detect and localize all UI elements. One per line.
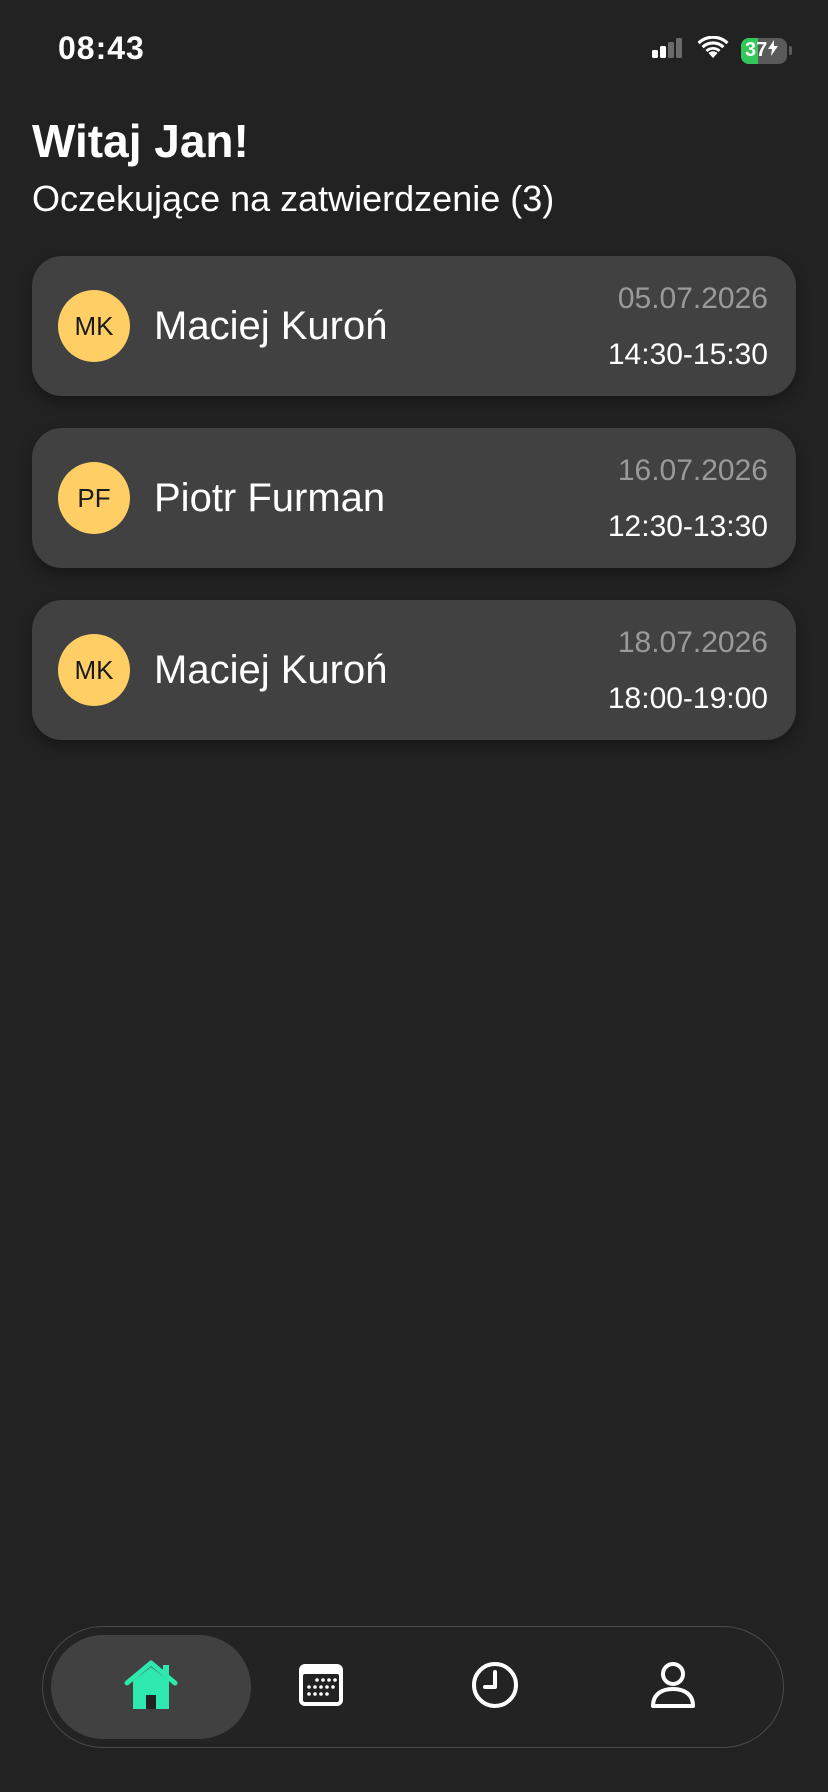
battery-icon: 37 xyxy=(741,37,792,64)
screen: 08:43 37 Witaj Jan! Oczekujące na zatwie… xyxy=(0,0,828,1792)
battery-nub xyxy=(789,46,792,55)
bottom-nav xyxy=(42,1626,784,1748)
appointment-date: 05.07.2026 xyxy=(617,282,768,315)
pending-card[interactable]: MK Maciej Kuroń 05.07.2026 14:30-15:30 xyxy=(32,256,796,396)
cellular-signal-icon xyxy=(651,36,685,65)
pending-card[interactable]: PF Piotr Furman 16.07.2026 12:30-13:30 xyxy=(32,428,796,568)
client-name: Maciej Kuroń xyxy=(154,304,388,348)
pending-subtitle: Oczekujące na zatwierdzenie (3) xyxy=(32,178,555,219)
pending-card[interactable]: MK Maciej Kuroń 18.07.2026 18:00-19:00 xyxy=(32,600,796,740)
avatar: PF xyxy=(58,462,130,534)
appointment-date: 18.07.2026 xyxy=(617,626,768,659)
nav-history[interactable] xyxy=(395,1635,595,1739)
appointment-time: 18:00-19:00 xyxy=(607,682,768,715)
avatar: MK xyxy=(58,634,130,706)
greeting-title: Witaj Jan! xyxy=(32,115,249,167)
home-icon xyxy=(123,1659,179,1716)
appointment-time: 12:30-13:30 xyxy=(607,510,768,543)
client-name: Piotr Furman xyxy=(154,476,386,520)
user-icon xyxy=(650,1661,696,1714)
appointment-time: 14:30-15:30 xyxy=(607,338,768,371)
charging-bolt-icon xyxy=(768,40,779,61)
calendar-icon xyxy=(297,1662,345,1713)
appointment-date: 16.07.2026 xyxy=(617,454,768,487)
wifi-icon xyxy=(697,35,729,65)
pending-list: MK Maciej Kuroń 05.07.2026 14:30-15:30 P… xyxy=(32,256,796,772)
nav-profile[interactable] xyxy=(573,1635,773,1739)
status-bar: 08:43 37 xyxy=(0,0,828,100)
status-icons: 37 xyxy=(651,35,792,65)
client-name: Maciej Kuroń xyxy=(154,648,388,692)
battery-level: 37 xyxy=(745,39,768,61)
nav-calendar[interactable] xyxy=(221,1635,421,1739)
status-time: 08:43 xyxy=(58,30,145,66)
avatar: MK xyxy=(58,290,130,362)
battery-indicator: 37 xyxy=(741,37,787,64)
clock-icon xyxy=(470,1660,520,1715)
